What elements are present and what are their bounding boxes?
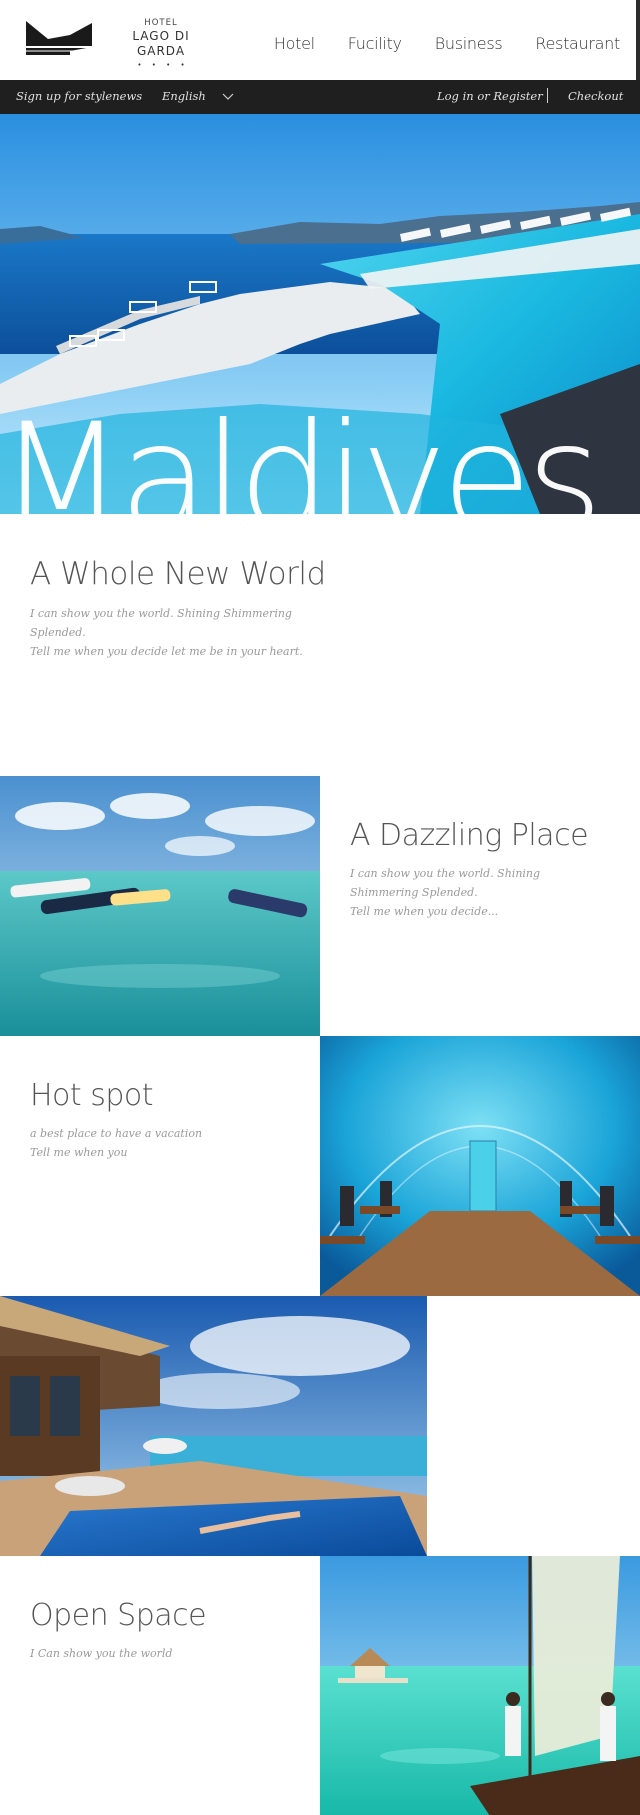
dazzling-line-2: Tell me when you decide... — [350, 905, 499, 918]
overwater-villa-image — [0, 1296, 427, 1556]
openspace-section: Open Space I Can show you the world — [0, 1556, 640, 1815]
site-header: HOTEL LAGO DI GARDA • • • • Hotel Fucili… — [0, 0, 640, 114]
login-register-link[interactable]: Log in or Register — [437, 89, 543, 103]
intro-text: I can show you the world. Shining Shimme… — [30, 604, 330, 661]
intro-title: A Whole New World — [30, 556, 326, 592]
openspace-text: I Can show you the world — [30, 1644, 290, 1663]
hotspot-line-1: a best place to have a vacation — [30, 1127, 203, 1140]
nav-business[interactable]: Business — [435, 34, 503, 53]
intro-line-2: Tell me when you decide let me be in you… — [30, 645, 303, 658]
hero-banner: Maldives — [0, 114, 640, 514]
dazzling-section: A Dazzling Place I can show you the worl… — [0, 776, 640, 1036]
villa-section — [0, 1296, 640, 1556]
openspace-title: Open Space — [30, 1598, 207, 1633]
hero-title: Maldives — [0, 392, 603, 514]
openspace-line-1: I Can show you the world — [30, 1647, 173, 1660]
underwater-restaurant-image — [320, 1036, 640, 1296]
checkout-link[interactable]: Checkout — [568, 89, 623, 103]
utility-bar: Sign up for stylenews English Log in or … — [0, 80, 640, 114]
chevron-down-icon[interactable] — [222, 91, 234, 101]
nav-hotel[interactable]: Hotel — [274, 34, 315, 53]
hotel-logo[interactable]: HOTEL LAGO DI GARDA • • • • — [26, 18, 216, 69]
nav-restaurant[interactable]: Restaurant — [535, 34, 620, 53]
logo-top-line: HOTEL — [144, 18, 178, 28]
hotel-logo-mark-icon — [26, 21, 92, 55]
dazzling-text-box: A Dazzling Place I can show you the worl… — [320, 776, 640, 1036]
signup-link[interactable]: Sign up for stylenews — [16, 89, 142, 103]
hotspot-text-box: Hot spot a best place to have a vacation… — [0, 1036, 320, 1296]
intro-section: A Whole New World I can show you the wor… — [0, 514, 640, 776]
language-select[interactable]: English — [162, 89, 206, 103]
hotspot-title: Hot spot — [30, 1078, 154, 1113]
nav-fucility[interactable]: Fucility — [348, 34, 402, 53]
surfers-image — [0, 776, 320, 1036]
dazzling-text: I can show you the world. Shining Shimme… — [350, 864, 610, 921]
logo-stars: • • • • — [137, 61, 189, 69]
hotspot-section: Hot spot a best place to have a vacation… — [0, 1036, 640, 1296]
divider — [547, 88, 548, 103]
hotspot-line-2: Tell me when you — [30, 1146, 128, 1159]
page: HOTEL LAGO DI GARDA • • • • Hotel Fucili… — [0, 0, 640, 1815]
main-nav: Hotel Fucility Business Restaurant — [274, 34, 620, 53]
sailboat-image — [320, 1556, 640, 1815]
logo-name: LAGO DI GARDA — [132, 29, 190, 58]
hotspot-text: a best place to have a vacation Tell me … — [30, 1124, 290, 1162]
dazzling-title: A Dazzling Place — [350, 818, 589, 853]
openspace-text-box: Open Space I Can show you the world — [0, 1556, 320, 1815]
intro-line-1: I can show you the world. Shining Shimme… — [30, 607, 292, 639]
dazzling-line-1: I can show you the world. Shining Shimme… — [350, 867, 541, 899]
